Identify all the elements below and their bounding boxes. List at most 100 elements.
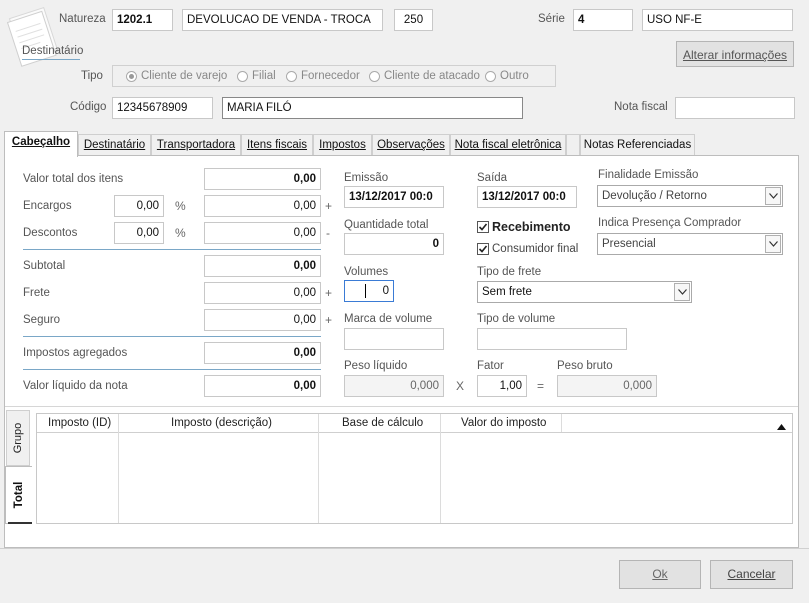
recebimento-checkbox[interactable]: Recebimento [477,220,571,234]
finalidade-emissao-select[interactable]: Devolução / Retorno [597,185,783,207]
emissao-label: Emissão [344,172,389,184]
tipo-volume-label: Tipo de volume [477,313,556,325]
fator-field[interactable]: 1,00 [477,375,527,397]
radio-filial[interactable]: Filial [237,70,276,82]
tab-destinatario[interactable]: Destinatário [78,134,151,155]
peso-liquido-label: Peso líquido [344,360,408,372]
natureza-code-field[interactable]: 1202.1 [112,9,173,31]
codigo-label: Código [70,101,107,113]
tab-impostos[interactable]: Impostos [313,134,372,155]
subtotal-label: Subtotal [23,260,66,272]
encargos-value-field[interactable]: 0,00 [204,195,321,217]
quantidade-total-field[interactable]: 0 [344,233,444,255]
tab-observacoes[interactable]: Observações [372,134,450,155]
grid-col-divider-4 [561,414,562,432]
radio-cliente-atacado[interactable]: Cliente de atacado [369,70,480,82]
col-base-calculo[interactable]: Base de cálculo [342,417,423,429]
marca-volume-label: Marca de volume [344,313,433,325]
grid-header-bottom [37,432,792,433]
col-valor-imposto[interactable]: Valor do imposto [461,417,546,429]
text-cursor [365,284,366,298]
saida-label: Saída [477,172,508,184]
side-tab-total[interactable]: Total [5,466,32,524]
encargos-percent-field[interactable]: 0,00 [114,195,164,217]
destinatario-underline [22,59,80,60]
encargos-label: Encargos [23,200,72,212]
quantidade-total-label: Quantidade total [344,219,429,231]
tab-cabecalho[interactable]: Cabeçalho [4,131,78,157]
col-imposto-descricao[interactable]: Imposto (descrição) [171,417,272,429]
tab-itens-fiscais[interactable]: Itens fiscais [241,134,313,155]
frete-label: Frete [23,287,50,299]
peso-bruto-field[interactable]: 0,000 [557,375,657,397]
finalidade-emissao-label: Finalidade Emissão [598,169,699,181]
ok-button[interactable]: Ok [619,560,701,589]
radio-cliente-varejo[interactable]: Cliente de varejo [126,70,227,82]
encargos-percent-symbol: % [175,199,186,213]
tab-notas-referenciadas[interactable]: Notas Referenciadas [580,134,695,155]
impostos-agregados-field[interactable]: 0,00 [204,342,321,364]
col-imposto-id[interactable]: Imposto (ID) [48,417,111,429]
natureza-label: Natureza [59,13,106,25]
marca-volume-field[interactable] [344,328,444,350]
natureza-number-field[interactable]: 250 [394,9,433,31]
separator-3 [23,369,321,370]
radio-outro[interactable]: Outro [485,70,529,82]
tab-nota-fiscal-eletronica[interactable]: Nota fiscal eletrônica [450,134,566,155]
emissao-field[interactable]: 13/12/2017 00:0 [344,186,444,208]
separator-1 [23,249,321,250]
serie-field[interactable]: 4 [573,9,633,31]
valor-liquido-field[interactable]: 0,00 [204,375,321,397]
side-tab-underline [8,522,32,524]
subtotal-field[interactable]: 0,00 [204,255,321,277]
volumes-label: Volumes [344,266,389,278]
valor-total-label: Valor total dos itens [23,173,124,185]
descontos-minus: - [326,226,330,240]
encargos-plus: + [325,199,333,213]
tab-spacer [566,134,580,155]
tipo-frete-label: Tipo de frete [477,266,542,278]
volumes-field[interactable]: 0 [344,280,394,302]
descontos-value-field[interactable]: 0,00 [204,222,321,244]
grid-col-divider-1 [118,414,119,523]
chevron-down-icon [674,283,690,301]
tipo-volume-field[interactable] [477,328,627,350]
nota-fiscal-label: Nota fiscal [614,101,668,113]
frete-plus: + [325,286,333,300]
fator-label: Fator [477,360,504,372]
descontos-percent-symbol: % [175,226,186,240]
peso-bruto-label: Peso bruto [557,360,613,372]
cancel-button[interactable]: Cancelar [710,560,793,589]
serie-description-field[interactable]: USO NF-E [642,9,793,31]
equals-symbol: = [537,379,545,393]
presenca-comprador-select[interactable]: Presencial [597,233,783,255]
impostos-agregados-label: Impostos agregados [23,347,128,359]
natureza-description-field[interactable]: DEVOLUCAO DE VENDA - TROCA [182,9,383,31]
saida-field[interactable]: 13/12/2017 00:0 [477,186,577,208]
sort-up-icon[interactable] [777,419,786,433]
alterar-informacoes-button[interactable]: Alterar informações [676,41,794,67]
frete-field[interactable]: 0,00 [204,282,321,304]
tipo-frete-select[interactable]: Sem frete [477,281,692,303]
valor-liquido-label: Valor líquido da nota [23,380,128,392]
tab-transportadora[interactable]: Transportadora [151,134,241,155]
seguro-field[interactable]: 0,00 [204,309,321,331]
separator-2 [23,336,321,337]
descontos-percent-field[interactable]: 0,00 [114,222,164,244]
seguro-label: Seguro [23,314,61,326]
nome-destinatario-field[interactable]: MARIA FILÓ [222,97,523,119]
presenca-comprador-label: Indica Presença Comprador [598,217,742,229]
side-tab-grupo[interactable]: Grupo [6,410,30,466]
chevron-down-icon [765,187,781,205]
multiply-symbol: X [456,379,465,393]
consumidor-final-checkbox[interactable]: Consumidor final [477,243,578,255]
radio-fornecedor[interactable]: Fornecedor [286,70,360,82]
seguro-plus: + [325,313,333,327]
peso-liquido-field[interactable]: 0,000 [344,375,444,397]
valor-total-field[interactable]: 0,00 [204,168,321,190]
grid-col-divider-3 [440,414,441,523]
serie-label: Série [538,13,565,25]
impostos-grid [36,413,793,524]
nota-fiscal-field[interactable] [675,97,795,119]
codigo-field[interactable]: 12345678909 [112,97,213,119]
